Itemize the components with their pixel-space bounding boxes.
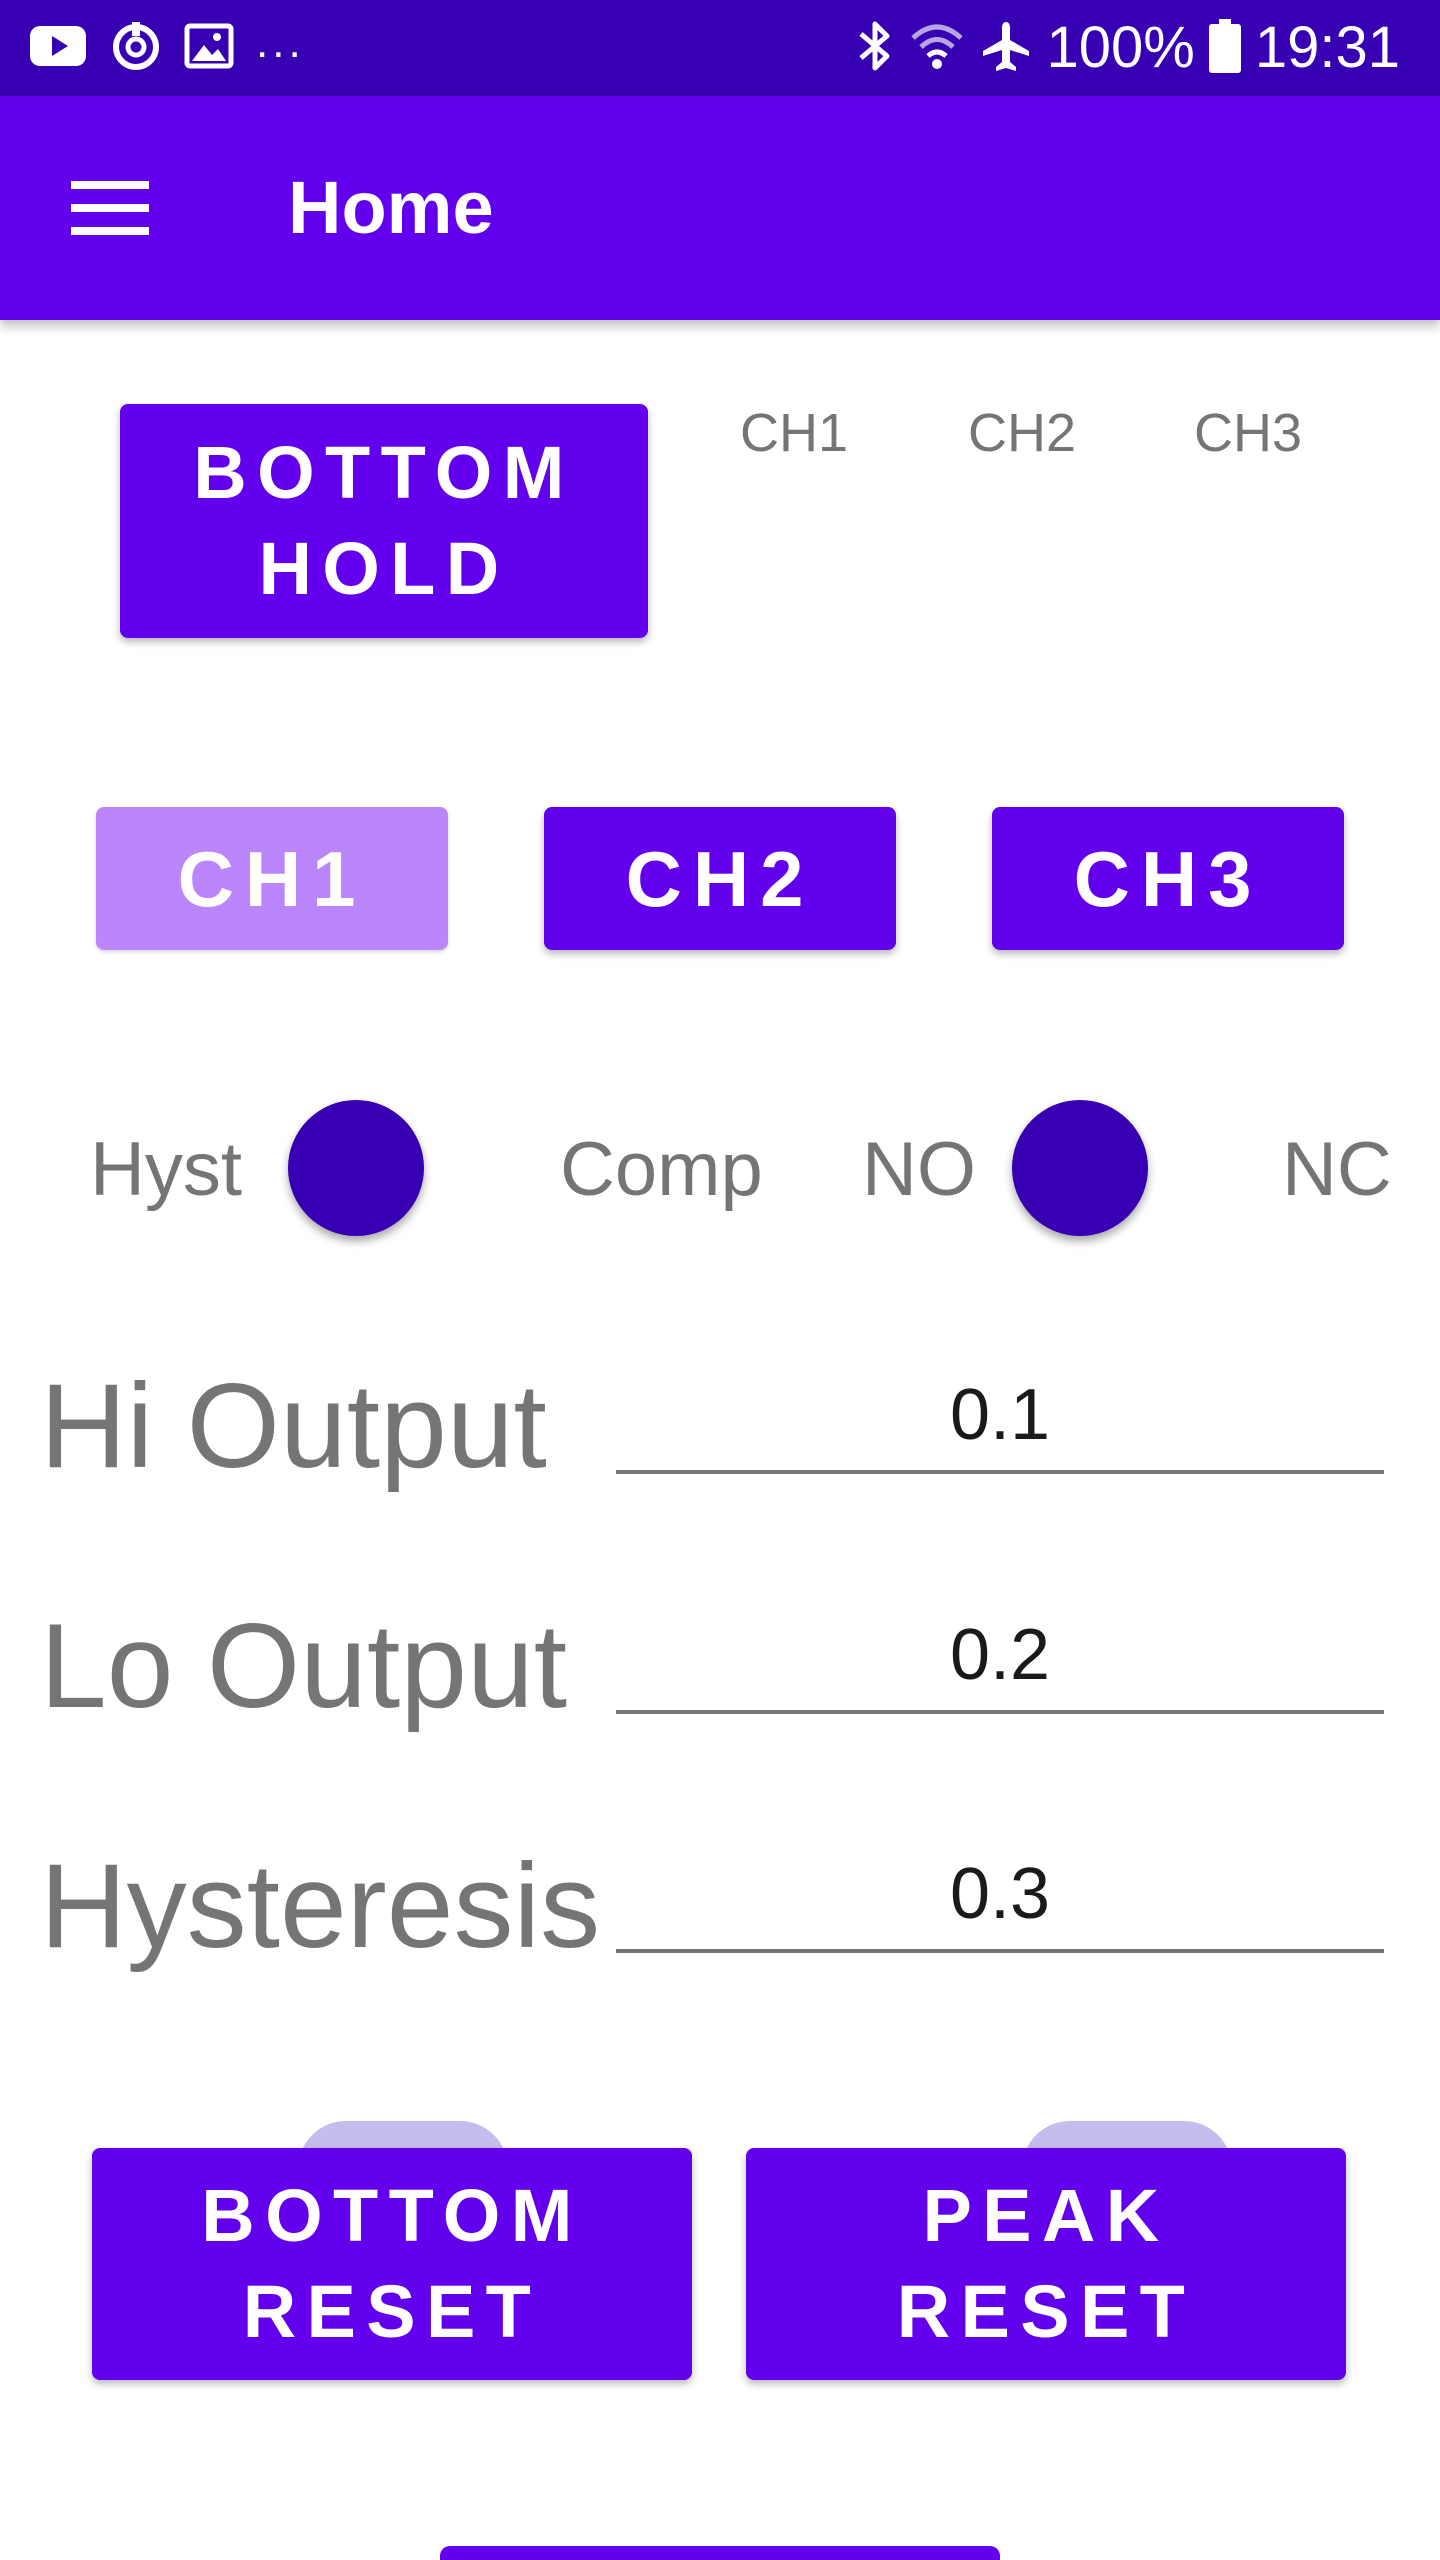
peak-reset-label-line1: PEAK <box>922 2174 1170 2257</box>
comp-label: Comp <box>560 1127 763 1212</box>
ch1-label: CH1 <box>740 403 849 463</box>
hyst-label: Hyst <box>90 1127 242 1212</box>
youtube-icon <box>28 24 88 73</box>
switch-thumb <box>288 1100 424 1236</box>
switch-thumb <box>1012 1100 1148 1236</box>
page-title: Home <box>288 166 494 249</box>
ch3-button[interactable]: CH3 <box>992 807 1344 950</box>
image-icon <box>184 23 234 74</box>
airplane-icon <box>979 19 1033 78</box>
menu-button[interactable] <box>50 148 170 268</box>
battery-percent: 100% <box>1046 15 1195 80</box>
lo-output-input[interactable] <box>616 1600 1384 1714</box>
hi-output-label: Hi Output <box>40 1359 547 1493</box>
hyst-comp-switch[interactable] <box>288 1100 512 2217</box>
bottom-reset-button[interactable]: BOTTOM RESET <box>92 2148 692 2380</box>
bottom-hold-label-line2: HOLD <box>258 527 510 610</box>
status-bar: ... 100% 19:31 <box>0 0 1440 96</box>
hysteresis-input[interactable] <box>616 1839 1384 1953</box>
app-bar: Home <box>0 96 1440 320</box>
nc-label: NC <box>1282 1127 1392 1212</box>
notification-icons: ... <box>28 18 305 77</box>
peak-reset-label: PEAK RESET <box>897 2168 1196 2360</box>
hi-output-input[interactable] <box>616 1360 1384 1474</box>
clock: 19:31 <box>1254 15 1400 80</box>
ch3-label: CH3 <box>1194 403 1303 463</box>
ch2-button[interactable]: CH2 <box>544 807 896 950</box>
hysteresis-label: Hysteresis <box>40 1839 601 1973</box>
lo-output-label: Lo Output <box>40 1599 568 1733</box>
bottom-reset-label: BOTTOM RESET <box>201 2168 582 2360</box>
bottom-reset-label-line2: RESET <box>242 2270 542 2353</box>
bottom-hold-button[interactable]: BOTTOM HOLD <box>120 404 648 638</box>
no-nc-switch[interactable] <box>1012 1100 1236 2217</box>
ch1-button[interactable]: CH1 <box>96 807 448 950</box>
peak-reset-button[interactable]: PEAK RESET <box>746 2148 1346 2380</box>
more-notifications: ... <box>256 18 305 67</box>
ch2-label: CH2 <box>968 403 1077 463</box>
partially-visible-button[interactable] <box>440 2546 1000 2560</box>
screen: ... 100% 19:31 Home BOTTOM HOLD CH1 CH2 … <box>0 0 1440 2560</box>
bluetooth-icon <box>855 18 895 79</box>
peak-reset-label-line2: RESET <box>896 2270 1196 2353</box>
power-icon <box>110 20 162 77</box>
no-label: NO <box>862 1127 976 1212</box>
system-icons: 100% 19:31 <box>855 14 1400 82</box>
menu-icon <box>71 181 149 235</box>
battery-icon <box>1208 18 1241 78</box>
wifi-icon <box>909 18 965 79</box>
bottom-hold-label-line1: BOTTOM <box>193 431 575 514</box>
bottom-reset-label-line1: BOTTOM <box>201 2174 583 2257</box>
bottom-hold-label: BOTTOM HOLD <box>193 425 574 617</box>
